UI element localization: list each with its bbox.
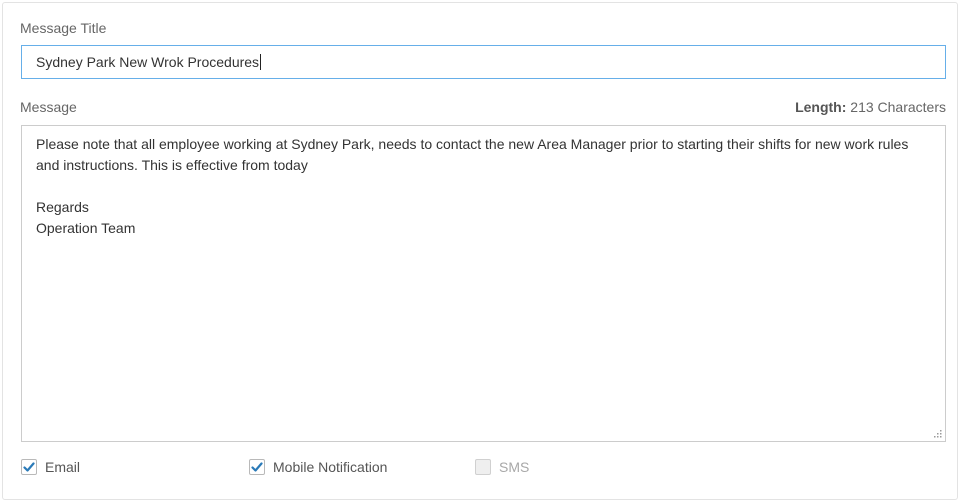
message-form-panel: Message Title Sydney Park New Wrok Proce… xyxy=(2,2,958,500)
channel-options: Email Mobile Notification SMS xyxy=(21,459,951,483)
mobile-notification-checkbox-option[interactable]: Mobile Notification xyxy=(249,459,387,475)
sms-checkbox xyxy=(475,459,491,475)
mobile-notification-label: Mobile Notification xyxy=(273,459,388,475)
checkmark-icon xyxy=(23,462,35,472)
sms-checkbox-option: SMS xyxy=(475,459,529,475)
checkmark-icon xyxy=(251,462,263,472)
email-label: Email xyxy=(45,459,81,475)
resize-grip-icon[interactable] xyxy=(932,428,942,438)
text-caret xyxy=(260,54,262,70)
length-value: 213 Characters xyxy=(850,99,946,115)
sms-label: SMS xyxy=(499,459,530,475)
message-title-input[interactable]: Sydney Park New Wrok Procedures xyxy=(21,45,946,79)
message-label: Message xyxy=(20,99,77,115)
email-checkbox-option[interactable]: Email xyxy=(21,459,80,475)
mobile-notification-checkbox[interactable] xyxy=(249,459,265,475)
message-text: Please note that all employee working at… xyxy=(36,136,909,236)
message-title-value: Sydney Park New Wrok Procedures xyxy=(36,54,260,70)
length-label: Length: xyxy=(795,99,847,115)
email-checkbox[interactable] xyxy=(21,459,37,475)
message-textarea[interactable]: Please note that all employee working at… xyxy=(21,125,946,442)
length-counter: Length: 213 Characters xyxy=(795,99,946,115)
message-title-label: Message Title xyxy=(20,20,107,36)
